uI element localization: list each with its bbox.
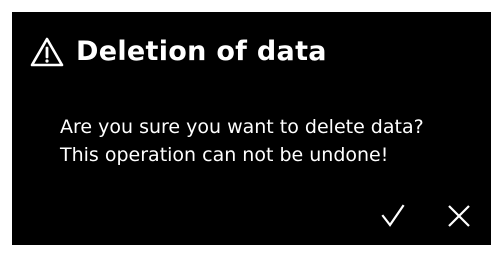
delete-confirmation-dialog: Deletion of data Are you sure you want t… — [12, 12, 491, 245]
dialog-title: Deletion of data — [76, 36, 327, 67]
checkmark-icon — [380, 203, 406, 229]
message-line-1: Are you sure you want to delete data? — [60, 116, 424, 138]
dialog-header: Deletion of data — [30, 36, 327, 67]
warning-triangle-icon — [30, 37, 64, 67]
dialog-message: Are you sure you want to delete data? Th… — [60, 113, 424, 169]
dialog-actions — [375, 198, 491, 234]
cancel-button[interactable] — [441, 198, 477, 234]
close-icon — [446, 203, 472, 229]
message-line-2: This operation can not be undone! — [60, 144, 389, 166]
confirm-button[interactable] — [375, 198, 411, 234]
